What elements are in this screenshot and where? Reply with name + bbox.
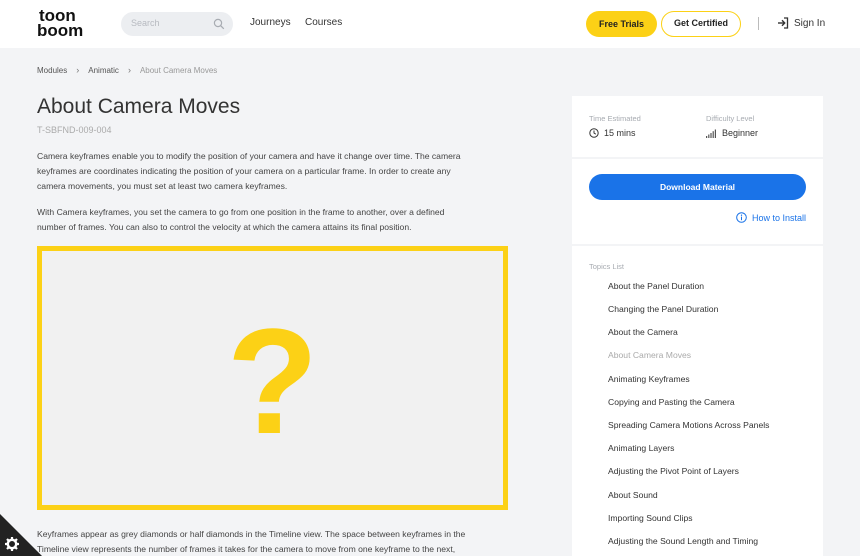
settings-corner[interactable] (0, 514, 42, 556)
get-certified-button[interactable]: Get Certified (661, 11, 741, 37)
paragraph-line: camera movements, you must set at least … (37, 181, 288, 191)
logo-text-bottom: boom (37, 21, 84, 40)
nav-journeys[interactable]: Journeys (250, 17, 291, 28)
breadcrumb-animatic[interactable]: Animatic (88, 66, 119, 75)
topic-item[interactable]: Adjusting the Sound Length and Timing (608, 536, 758, 546)
search-icon (213, 18, 225, 30)
sign-in-icon (778, 17, 789, 29)
topic-item[interactable]: About Sound (608, 490, 658, 500)
video-placeholder[interactable]: ? (37, 246, 508, 510)
nav-courses[interactable]: Courses (305, 17, 342, 28)
time-estimated-label: Time Estimated (589, 114, 641, 123)
paragraph-line: With Camera keyframes, you set the camer… (37, 207, 445, 217)
breadcrumb-current: About Camera Moves (139, 65, 218, 75)
paragraph-line: number of frames. You can also to contro… (37, 222, 412, 232)
topics-list: Topics List About the Panel Duration Cha… (572, 246, 823, 556)
difficulty-text: Beginner (722, 128, 759, 138)
download-card: Download Material How to Install (572, 159, 823, 244)
topics-list-label: Topics List (589, 262, 625, 271)
breadcrumb-modules[interactable]: Modules (37, 66, 67, 75)
paragraph-line: keyframes are coordinates indicating the… (37, 166, 451, 176)
sign-in-link[interactable]: Sign In (777, 16, 825, 30)
topic-item[interactable]: About the Camera (608, 327, 678, 337)
info-icon (736, 212, 747, 223)
topic-item[interactable]: Importing Sound Clips (608, 513, 693, 523)
topic-item[interactable]: Animating Layers (608, 443, 674, 453)
topic-item[interactable]: Animating Keyframes (608, 374, 690, 384)
module-code: T-SBFND-009-004 (37, 125, 112, 135)
module-info-card: Time Estimated 15 mins Difficulty Level … (572, 96, 823, 157)
topic-item[interactable]: Spreading Camera Motions Across Panels (608, 420, 769, 430)
second-paragraph: With Camera keyframes, you set the camer… (37, 205, 512, 235)
question-mark-icon: ? (226, 297, 319, 465)
third-paragraph: Keyframes appear as grey diamonds or hal… (37, 527, 512, 556)
paragraph-line: Keyframes appear as grey diamonds or hal… (37, 529, 466, 539)
topic-item[interactable]: Copying and Pasting the Camera (608, 397, 735, 407)
download-material-button[interactable]: Download Material (589, 174, 806, 200)
page-title: About Camera Moves (37, 95, 241, 118)
intro-paragraph: Camera keyframes enable you to modify th… (37, 149, 512, 194)
signal-bars-icon (706, 129, 716, 138)
toon-boom-logo[interactable]: toon boom (37, 7, 93, 40)
search-input[interactable]: Search (121, 12, 233, 36)
topic-item[interactable]: Changing the Panel Duration (608, 304, 718, 314)
time-value: 15 mins (604, 128, 636, 138)
breadcrumb: Modules › Animatic › About Camera Moves (37, 65, 217, 75)
difficulty-label: Difficulty Level (706, 114, 755, 123)
how-to-install-label: How to Install (751, 212, 806, 223)
chevron-right-icon: › (127, 65, 131, 75)
paragraph-line: Timeline view represents the number of f… (37, 544, 456, 554)
time-estimated-value: 15 mins (589, 128, 636, 138)
header-divider (758, 17, 759, 30)
top-header: toon boom Search Journeys Courses Free T… (0, 0, 860, 48)
chevron-right-icon: › (76, 65, 80, 75)
topic-item[interactable]: About the Panel Duration (608, 281, 704, 291)
how-to-install-link[interactable]: How to Install (736, 212, 806, 223)
topic-item[interactable]: Adjusting the Pivot Point of Layers (608, 466, 739, 476)
sign-in-label: Sign In (794, 17, 826, 29)
clock-icon (589, 128, 599, 138)
paragraph-line: Camera keyframes enable you to modify th… (37, 151, 461, 161)
topic-item-active[interactable]: About Camera Moves (608, 350, 691, 360)
difficulty-value: Beginner (706, 128, 758, 138)
search-placeholder: Search (131, 18, 160, 28)
free-trials-button[interactable]: Free Trials (586, 11, 657, 37)
